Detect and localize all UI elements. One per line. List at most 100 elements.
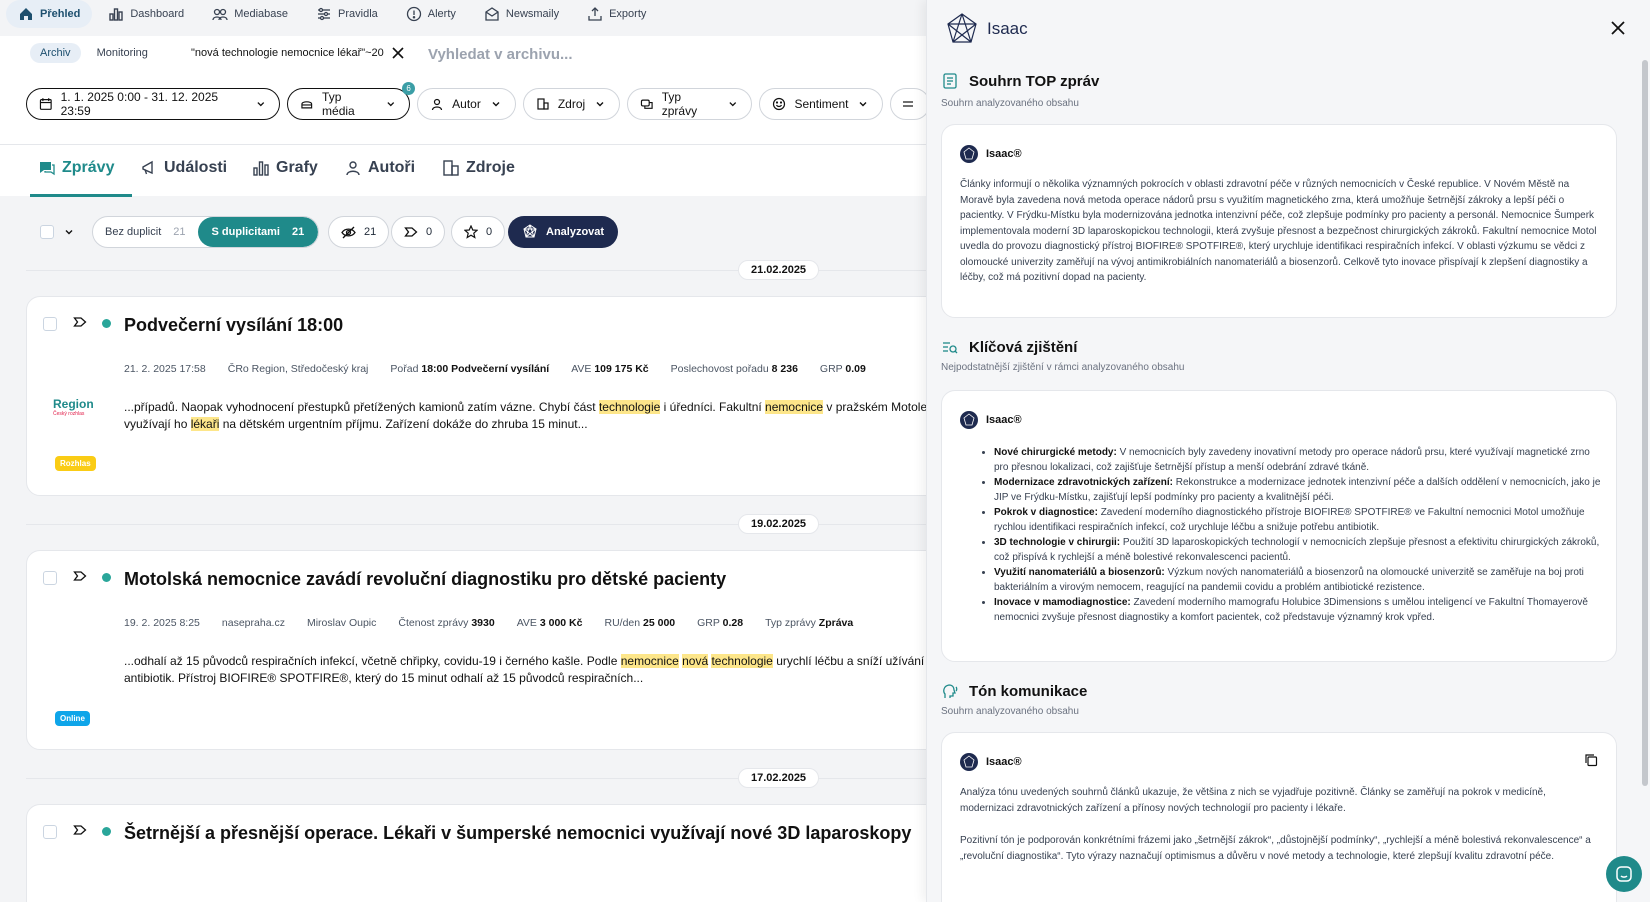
source-logo-name: Region [53, 397, 94, 411]
document-icon [943, 73, 957, 89]
nav-item-alerty[interactable]: Alerty [394, 0, 468, 28]
copy-icon[interactable] [1584, 753, 1598, 767]
hidden-filter-button[interactable]: 21 [328, 216, 390, 248]
tone-section-subtitle: Souhrn analyzovaného obsahu [941, 706, 1079, 717]
article-source[interactable]: nasepraha.cz [222, 617, 285, 629]
article-author[interactable]: Miroslav Oupic [307, 617, 376, 629]
tag-filter-button[interactable]: 0 [391, 216, 446, 248]
panel-title: Isaac [987, 19, 1028, 38]
tab-zpravy[interactable]: Zprávy [38, 159, 114, 177]
source-filter[interactable]: Zdroj [522, 88, 621, 120]
nav-item-label: Newsmaily [505, 8, 560, 20]
nav-item-label: Přehled [40, 8, 81, 20]
tag-count: 0 [426, 226, 433, 238]
analyze-button[interactable]: Analyzovat [508, 216, 619, 248]
tab-zdroje[interactable]: Zdroje [442, 159, 515, 177]
more-filters-button[interactable] [890, 88, 930, 120]
smile-icon [773, 97, 786, 111]
chevron-down-icon [387, 102, 394, 107]
finding-item: Využití nanomateriálů a biosenzorů: Výzk… [994, 565, 1604, 595]
article-card[interactable]: Šetrnější a přesnější operace. Lékaři v … [26, 804, 930, 902]
search-input[interactable]: Vyhledat v archivu... [428, 46, 573, 63]
tab-autori[interactable]: Autoři [344, 159, 415, 177]
tab-udalosti[interactable]: Události [140, 159, 227, 177]
finding-item: Inovace v mamodiagnostice: Zavedení mode… [994, 595, 1604, 625]
findings-section-subtitle: Nejpodstatnější zjištění v rámci analyzo… [941, 362, 1185, 373]
article-checkbox[interactable] [43, 825, 57, 839]
close-icon[interactable] [392, 47, 404, 59]
tone-text-paragraph: Pozitivní tón je podporován konkrétními … [960, 835, 1591, 862]
nav-item-dashboard[interactable]: Dashboard [96, 0, 196, 28]
speaking-head-icon [943, 684, 958, 698]
mode-monitoring-button[interactable]: Monitoring [87, 43, 158, 63]
select-all[interactable] [40, 216, 76, 248]
isaac-author: Isaac® [960, 411, 1022, 429]
no-duplicates-count: 21 [173, 226, 186, 238]
article-ru: RU/den 25 000 [604, 617, 676, 629]
panel-scrollbar[interactable] [1642, 60, 1648, 786]
calendar-icon [39, 98, 52, 110]
article-checkbox[interactable] [43, 571, 57, 585]
messages-icon [40, 162, 55, 176]
chat-button[interactable] [1606, 856, 1642, 892]
chevron-down-icon[interactable] [62, 225, 76, 239]
isaac-avatar-icon [960, 411, 978, 429]
article-title[interactable]: Šetrnější a přesnější operace. Lékaři v … [124, 823, 911, 844]
message-type-filter[interactable]: Typ zprávy [627, 88, 753, 120]
building-icon [537, 98, 549, 110]
no-duplicates-button[interactable]: Bez duplicit 21 [93, 226, 198, 238]
chevron-down-icon [596, 102, 604, 107]
date-range-filter[interactable]: 1. 1. 2025 0:00 - 31. 12. 2025 23:59 [26, 88, 281, 120]
sentiment-dot [102, 573, 111, 582]
tag-icon[interactable] [73, 823, 87, 837]
with-duplicates-button[interactable]: S duplicitami 21 [197, 217, 319, 247]
filter-bar: Archiv Monitoring "nová technologie nemo… [0, 36, 930, 144]
article-title[interactable]: Motolská nemocnice zavádí revoluční diag… [124, 569, 726, 590]
nav-item-pravidla[interactable]: Pravidla [304, 0, 390, 28]
sentiment-filter[interactable]: Sentiment [759, 88, 884, 120]
tag-icon[interactable] [73, 569, 87, 583]
mode-archive-button[interactable]: Archiv [30, 43, 81, 63]
building-icon [443, 160, 459, 176]
date-group-label: 19.02.2025 [738, 514, 820, 534]
article-meta: 21. 2. 2025 17:58 ČRo Region, Středočesk… [124, 363, 866, 375]
analyze-label: Analyzovat [546, 226, 605, 238]
select-all-checkbox[interactable] [40, 225, 54, 239]
isaac-author: Isaac® [960, 753, 1022, 771]
nav-item-exporty[interactable]: Exporty [575, 0, 658, 28]
close-icon[interactable] [1610, 20, 1626, 36]
author-filter[interactable]: Autor [417, 88, 516, 120]
media-type-filter[interactable]: Typ média 6 [287, 82, 416, 120]
nav-item-label: Mediabase [234, 8, 289, 20]
article-title[interactable]: Podvečerní vysílání 18:00 [124, 315, 343, 336]
article-source[interactable]: ČRo Region, Středočeský kraj [228, 363, 369, 375]
with-duplicates-label: S duplicitami [211, 226, 280, 238]
tab-label: Zdroje [466, 159, 515, 176]
nav-item-label: Exporty [609, 8, 647, 20]
findings-card: Isaac® Nové chirurgické metody: V nemocn… [941, 390, 1617, 662]
media-icon [301, 101, 313, 109]
tag-icon[interactable] [73, 315, 87, 329]
article-grp: GRP 0.28 [697, 617, 744, 629]
nav-item-label: Alerty [427, 8, 456, 20]
article-card[interactable]: Motolská nemocnice zavádí revoluční diag… [26, 550, 930, 750]
article-card[interactable]: Podvečerní vysílání 18:00 21. 2. 2025 17… [26, 296, 930, 496]
star-icon [464, 225, 478, 239]
bar-chart-icon [109, 8, 124, 21]
chevron-down-icon [729, 102, 737, 107]
no-duplicates-label: Bez duplicit [105, 226, 162, 238]
star-filter-button[interactable]: 0 [451, 216, 506, 248]
alert-icon [406, 6, 421, 22]
nav-item-prehled[interactable]: Přehled [6, 0, 93, 28]
author-filter-label: Autor [452, 97, 481, 111]
article-reads: Čtenost zprávy 3930 [398, 617, 495, 629]
nav-item-newsmaily[interactable]: Newsmaily [472, 0, 571, 28]
query-chip[interactable]: "nová technologie nemocnice lékař"~20 [183, 41, 412, 65]
nav-item-mediabase[interactable]: Mediabase [200, 0, 300, 28]
article-checkbox[interactable] [43, 317, 57, 331]
mail-icon [485, 7, 499, 21]
findings-section-title: Klíčová zjištění [941, 338, 1077, 356]
message-type-label: Typ zprávy [661, 90, 698, 118]
date-group-label: 17.02.2025 [738, 768, 820, 788]
tab-grafy[interactable]: Grafy [252, 159, 318, 177]
